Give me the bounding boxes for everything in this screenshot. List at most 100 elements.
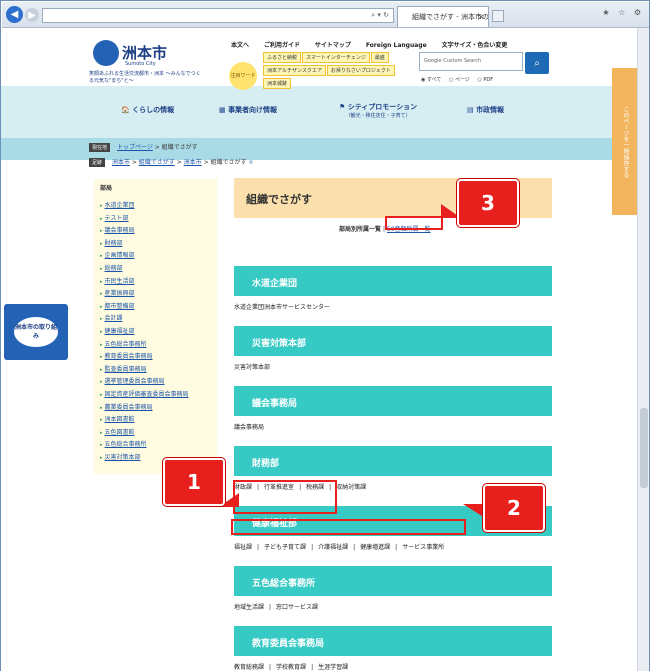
- sidebar-item-label: 企画情報部: [104, 252, 135, 260]
- forward-arrow-icon[interactable]: ▶: [25, 8, 39, 22]
- division-link[interactable]: 災害対策本部: [234, 364, 270, 371]
- division-link[interactable]: 窓口サービス課: [276, 604, 318, 611]
- division-link[interactable]: 介護福祉課: [318, 544, 348, 551]
- sidebar-item[interactable]: 財務部: [100, 238, 217, 251]
- division-link[interactable]: 議会事務局: [234, 424, 264, 431]
- breadcrumb-link-top[interactable]: トップページ: [117, 144, 153, 151]
- footprint-link[interactable]: 組織でさがす: [139, 159, 175, 166]
- address-bar[interactable]: ⌕ ▾ ↻: [42, 8, 394, 23]
- nav-sub: （観光・移住定住・子育て）: [345, 113, 411, 119]
- sidebar-item[interactable]: 固定資産評価審査委員会事務局: [100, 389, 217, 402]
- sidebar-item[interactable]: 水道企業団: [100, 200, 217, 213]
- sidebar-item-label: 農業委員会事務局: [104, 403, 153, 411]
- division-link[interactable]: 福祉課: [234, 544, 252, 551]
- toplink-skip[interactable]: 本文へ: [231, 42, 249, 49]
- dept-heading[interactable]: 災害対策本部: [234, 326, 552, 356]
- sidebar-item[interactable]: 都市整備部: [100, 301, 217, 314]
- tag-item[interactable]: スマートインターチェンジ: [302, 52, 370, 63]
- division-link[interactable]: 水道企業団洲本市サービスセンター: [234, 304, 330, 311]
- search-input[interactable]: Google Custom Search: [419, 52, 523, 71]
- division-link[interactable]: 生涯学習課: [318, 664, 348, 671]
- sidebar-item[interactable]: 健康福祉部: [100, 326, 217, 339]
- dept-heading[interactable]: 教育委員会事務局: [234, 626, 552, 656]
- tag-item[interactable]: 洲本城跡: [263, 78, 292, 89]
- footprint-link[interactable]: 洲本市: [112, 159, 130, 166]
- browser-tab[interactable]: 組織でさがす - 洲本市の... ×: [397, 6, 489, 27]
- division-link[interactable]: 地域生活課: [234, 604, 264, 611]
- sidebar-item[interactable]: 洲本図書館: [100, 414, 217, 427]
- nav-citypromo[interactable]: ⚑ シティプロモーション （観光・移住定住・子育て）: [339, 102, 417, 119]
- nav-kurashi[interactable]: 🏠 くらしの情報: [121, 105, 174, 115]
- sidebar-item[interactable]: 五色図書館: [100, 427, 217, 440]
- radio-pdf[interactable]: ○ PDF: [477, 77, 493, 83]
- sidebar-department-list: 部局 水道企業団テスト部議会事務局財務部企画情報部総務部市民生活部産業振興部都市…: [94, 179, 217, 474]
- division-link[interactable]: 教育総務課: [234, 664, 264, 671]
- footprint-label: 足跡: [89, 158, 106, 167]
- vertical-scrollbar[interactable]: [637, 28, 649, 671]
- tag-item[interactable]: ふるさと納税: [263, 52, 302, 63]
- sidebar-item[interactable]: 議会事務局: [100, 225, 217, 238]
- nav-shisei[interactable]: ▤ 市政情報: [467, 105, 504, 115]
- radio-all[interactable]: ◉ すべて: [421, 77, 441, 83]
- dept-heading[interactable]: 水道企業団: [234, 266, 552, 296]
- torikumi-banner[interactable]: 洲本市の取り組み: [4, 304, 68, 360]
- site-logo[interactable]: 洲本市 Sumoto City 笑顔あふれる生活交流都市・洲本 〜みんなでつくる…: [89, 40, 201, 90]
- back-arrow-icon[interactable]: ◀: [6, 6, 23, 23]
- tab-close-icon[interactable]: ×: [478, 7, 484, 27]
- sidebar-item[interactable]: 農業委員会事務局: [100, 402, 217, 415]
- footprint: 足跡 洲本市 > 組織でさがす > 洲本市 > 組織でさがす ⊗: [89, 157, 253, 167]
- dept-heading[interactable]: 五色総合事務所: [234, 566, 552, 596]
- toplink-fontsize[interactable]: 文字サイズ・色合い変更: [442, 42, 508, 49]
- sidebar-heading: 部局: [100, 185, 113, 192]
- division-link[interactable]: 子ども子育て課: [264, 544, 306, 551]
- sidebar-item[interactable]: 教育委員会事務局: [100, 351, 217, 364]
- sidebar-item-label: 会計課: [104, 315, 123, 323]
- toplink-sitemap[interactable]: サイトマップ: [315, 42, 351, 49]
- division-link[interactable]: 健康増進課: [360, 544, 390, 551]
- toplink-foreign[interactable]: Foreign Language: [366, 42, 427, 49]
- tag-item[interactable]: 洲本アルチザンスクエア: [263, 65, 326, 76]
- dept-divisions: 議会事務局: [234, 416, 552, 431]
- sidebar-item-label: 水道企業団: [104, 202, 135, 209]
- search-icon[interactable]: ⌕: [525, 52, 549, 74]
- dept-heading[interactable]: 議会事務局: [234, 386, 552, 416]
- sidebar-item-label: テスト部: [104, 214, 129, 222]
- sidebar-item[interactable]: 総務部: [100, 263, 217, 276]
- sidebar-item-label: 健康福祉部: [104, 327, 135, 335]
- sidebar-item[interactable]: テスト部: [100, 213, 217, 226]
- sidebar-item[interactable]: 市民生活部: [100, 276, 217, 289]
- division-link[interactable]: 学校教育課: [276, 664, 306, 671]
- tag-item[interactable]: 最盛: [370, 52, 389, 63]
- new-tab-button[interactable]: [492, 10, 504, 22]
- division-link[interactable]: サービス事業所: [402, 544, 444, 551]
- save-page-banner[interactable]: このページを一時保存する: [612, 68, 637, 215]
- sidebar-item[interactable]: 選挙管理委員会事務局: [100, 376, 217, 389]
- radio-page[interactable]: ○ ページ: [449, 77, 470, 83]
- sidebar-item-label: 五色総合事務所: [104, 441, 147, 449]
- site-page: 洲本市 Sumoto City 笑顔あふれる生活交流都市・洲本 〜みんなでつくる…: [1, 28, 637, 671]
- sidebar-item-label: 監査委員事務局: [104, 365, 147, 373]
- scrollbar-thumb[interactable]: [640, 408, 648, 488]
- clear-footprint-icon[interactable]: ⊗: [248, 159, 253, 166]
- tag-item[interactable]: お帰りなさいプロジェクト: [326, 65, 395, 76]
- sidebar-item[interactable]: 企画情報部: [100, 250, 217, 263]
- sidebar-item[interactable]: 監査委員事務局: [100, 364, 217, 377]
- callout-2: 2: [483, 484, 545, 532]
- dept-heading[interactable]: 財務部: [234, 446, 552, 476]
- refresh-icon[interactable]: ⌕ ▾ ↻: [371, 9, 389, 22]
- sidebar-item[interactable]: 会計課: [100, 313, 217, 326]
- sidebar-item[interactable]: 五色総合事務所: [100, 339, 217, 352]
- sidebar-item[interactable]: 産業振興部: [100, 288, 217, 301]
- highlight-box-1: [233, 480, 337, 514]
- dept-section: 教育委員会事務局 教育総務課 | 学校教育課 | 生涯学習課: [234, 626, 552, 671]
- sidebar-item[interactable]: 五色総合事務所: [100, 439, 217, 452]
- keyword-tags: ふるさと納税 スマートインターチェンジ 最盛洲本アルチザンスクエア お帰りなさいプロジ…: [263, 52, 413, 91]
- window-icons[interactable]: ★ ☆ ⚙: [602, 8, 644, 17]
- nav-jigyosha[interactable]: ▦ 事業者向け情報: [219, 105, 277, 115]
- footprint-current: 組織でさがす: [210, 159, 247, 166]
- footprint-link[interactable]: 洲本市: [184, 159, 202, 166]
- division-link[interactable]: 収納対策課: [336, 484, 366, 491]
- browser-toolbar: ◀ ▶ ⌕ ▾ ↻ 組織でさがす - 洲本市の... × ★ ☆ ⚙: [2, 2, 649, 28]
- breadcrumb: 現在地 トップページ > 組織でさがす: [89, 142, 198, 152]
- toplink-guide[interactable]: ご利用ガイド: [264, 42, 300, 49]
